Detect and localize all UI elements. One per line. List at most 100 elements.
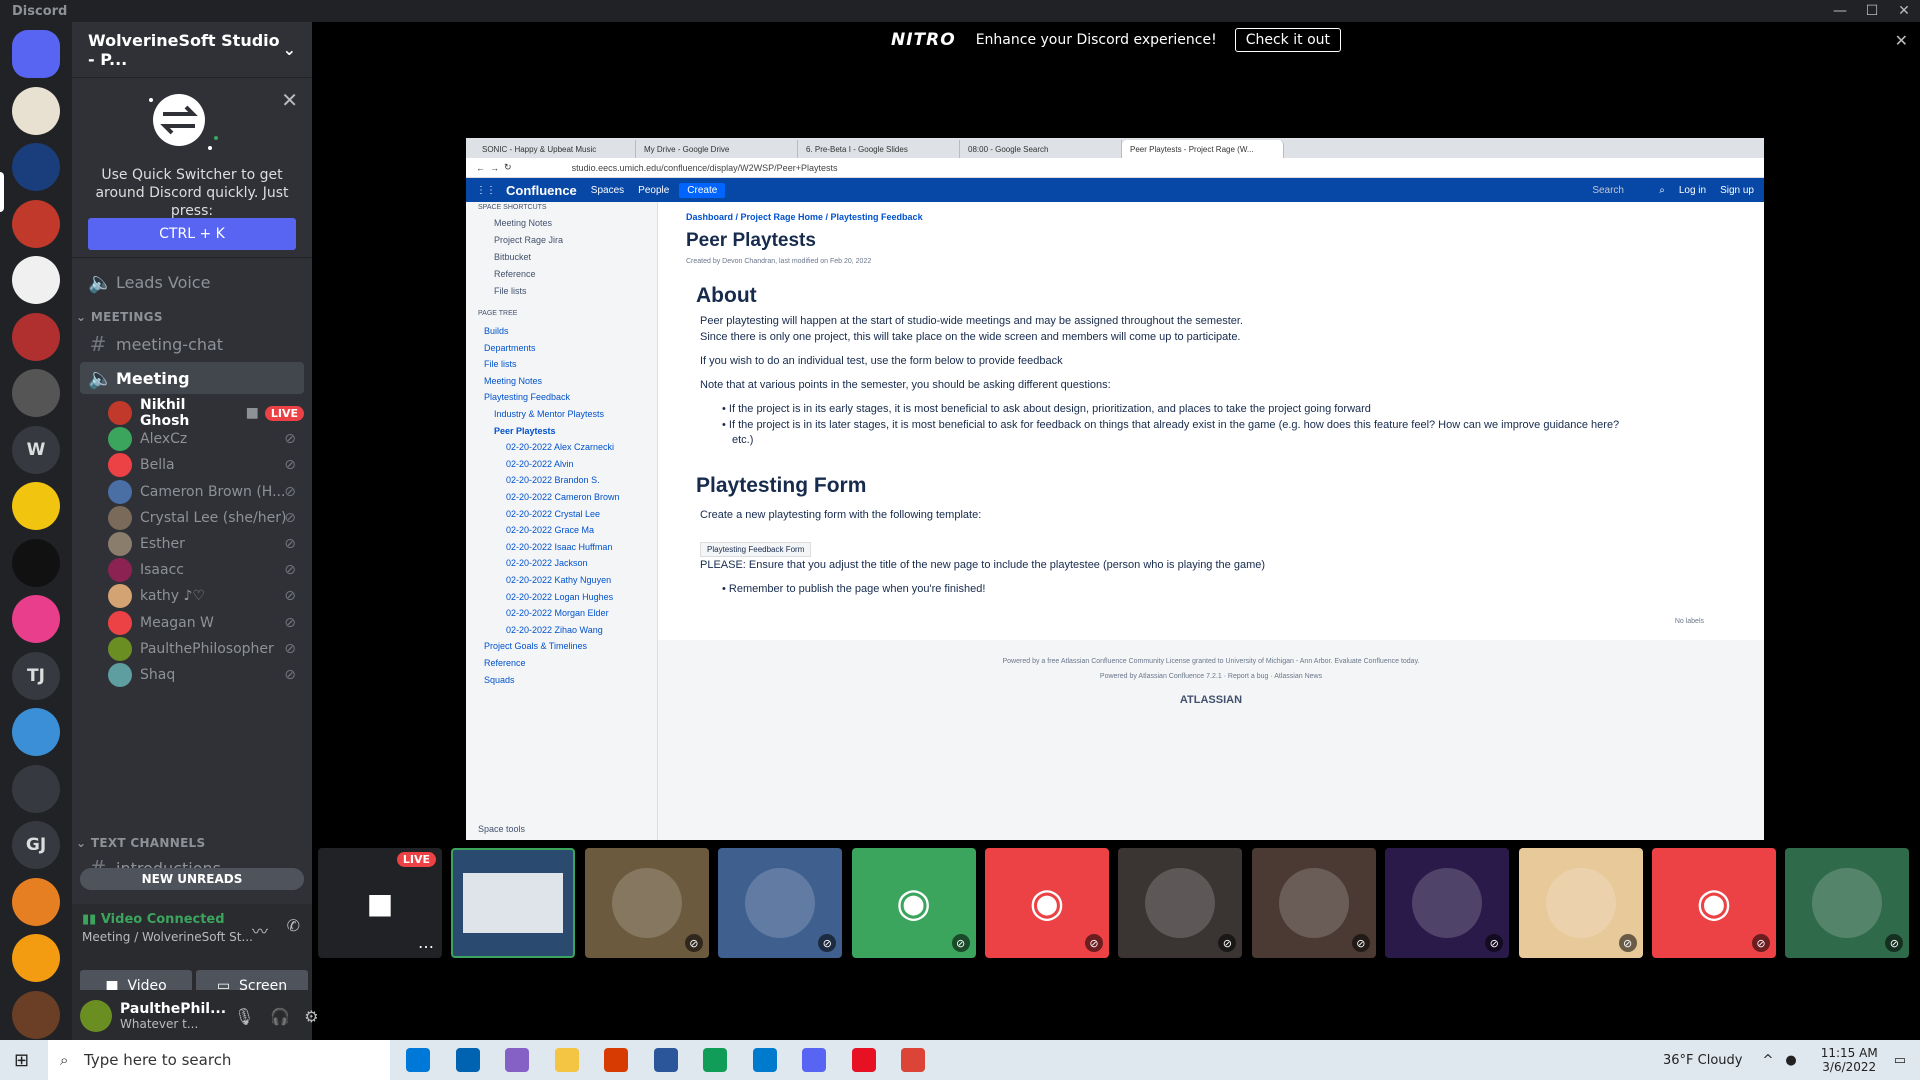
gear-icon[interactable]: ⚙ xyxy=(304,1007,318,1026)
page-tree-item[interactable]: 02-20-2022 Isaac Huffman xyxy=(506,542,612,552)
server-icon[interactable] xyxy=(12,143,60,191)
page-tree-item[interactable]: 02-20-2022 Logan Hughes xyxy=(506,592,613,602)
participant-tile[interactable]: ⊘ xyxy=(1251,848,1376,958)
url-text[interactable]: studio.eecs.umich.edu/confluence/display… xyxy=(572,163,838,173)
server-icon[interactable] xyxy=(12,877,60,926)
windows-start-icon[interactable]: ⊞ xyxy=(14,1050,29,1071)
chevron-up-icon[interactable]: ^ xyxy=(1762,1053,1773,1068)
voice-status[interactable]: ▮▮ Video Connected xyxy=(82,912,225,927)
confluence-logo[interactable]: Confluence xyxy=(506,183,577,198)
discord-home-icon[interactable] xyxy=(12,30,60,78)
app-icon[interactable] xyxy=(851,1048,876,1072)
chrome-icon[interactable] xyxy=(901,1048,925,1072)
channel-meeting[interactable]: 🔈 Meeting xyxy=(80,362,304,394)
taskbar-search[interactable]: ⌕ Type here to search xyxy=(48,1040,390,1080)
quick-switcher-shortcut[interactable]: CTRL + K xyxy=(88,218,296,250)
participant-tile[interactable] xyxy=(451,848,576,958)
category-meetings[interactable]: ⌄ MEETINGS xyxy=(76,310,163,324)
mic-muted-icon[interactable]: 🎙 xyxy=(234,1007,254,1026)
maximize-icon[interactable]: ☐ xyxy=(1856,0,1888,22)
clock[interactable]: 11:15 AM 3/6/2022 xyxy=(1821,1046,1878,1074)
page-tree-item[interactable]: Playtesting Feedback xyxy=(484,392,570,402)
page-tree-item[interactable]: 02-20-2022 Cameron Brown xyxy=(506,492,620,502)
headphones-icon[interactable]: 🎧 xyxy=(270,1007,290,1026)
noise-suppression-icon[interactable]: 〰 xyxy=(252,918,268,942)
reload-icon[interactable]: ↻ xyxy=(504,162,512,173)
server-icon[interactable] xyxy=(12,538,60,587)
sidebar-shortcut[interactable]: Project Rage Jira xyxy=(494,235,563,245)
page-tree-item[interactable]: 02-20-2022 Grace Ma xyxy=(506,525,594,535)
browser-tab[interactable]: 08:00 - Google Search xyxy=(960,140,1122,158)
page-tree-item[interactable]: 02-20-2022 Kathy Nguyen xyxy=(506,575,611,585)
channel-leads-voice[interactable]: 🔈 Leads Voice xyxy=(80,266,304,298)
page-tree-item[interactable]: Squads xyxy=(484,675,515,685)
close-icon[interactable]: ✕ xyxy=(1895,31,1908,50)
office-icon[interactable] xyxy=(604,1048,628,1072)
participant-tile[interactable]: ⊘ xyxy=(718,848,843,958)
server-icon[interactable] xyxy=(12,86,60,135)
channel-meeting-chat[interactable]: # meeting-chat xyxy=(80,328,304,360)
search-input[interactable]: Search xyxy=(1592,185,1624,196)
participant-tile[interactable]: ⊘ xyxy=(584,848,709,958)
page-tree-item[interactable]: Project Goals & Timelines xyxy=(484,641,587,651)
page-tree-item[interactable]: 02-20-2022 Alvin xyxy=(506,459,574,469)
page-tree-item[interactable]: 02-20-2022 Morgan Elder xyxy=(506,608,609,618)
category-text-channels[interactable]: ⌄ TEXT CHANNELS xyxy=(76,836,205,850)
file-explorer-icon[interactable] xyxy=(554,1048,579,1072)
server-icon[interactable] xyxy=(12,482,60,530)
sidebar-shortcut[interactable]: Meeting Notes xyxy=(494,218,552,228)
edge-icon[interactable] xyxy=(703,1048,727,1072)
store-icon[interactable] xyxy=(406,1048,430,1072)
participant-tile[interactable]: ◉ ⊘ xyxy=(1652,848,1776,958)
forward-icon[interactable]: → xyxy=(490,163,499,173)
participant-tile[interactable]: ⊘ xyxy=(1385,848,1510,958)
sidebar-shortcut[interactable]: Reference xyxy=(494,269,536,279)
server-icon[interactable]: GJ xyxy=(12,821,60,869)
create-button[interactable]: Create xyxy=(679,182,726,198)
page-tree-item[interactable]: 02-20-2022 Zihao Wang xyxy=(506,625,603,635)
new-unreads-pill[interactable]: NEW UNREADS xyxy=(80,868,304,890)
sidebar-shortcut[interactable]: File lists xyxy=(494,286,527,296)
page-tree-item[interactable]: 02-20-2022 Alex Czarnecki xyxy=(506,442,614,452)
page-tree-item[interactable]: Peer Playtests xyxy=(494,426,556,436)
close-icon[interactable]: ✕ xyxy=(281,88,298,112)
shared-browser-window[interactable]: SONIC - Happy & Upbeat Music My Drive - G… xyxy=(466,138,1764,840)
sidebar-shortcut[interactable]: Bitbucket xyxy=(494,252,531,262)
browser-tab[interactable]: Peer Playtests - Project Rage (W... xyxy=(1122,140,1284,158)
server-icon[interactable] xyxy=(12,312,60,361)
browser-tab[interactable]: 6. Pre-Beta I - Google Slides xyxy=(798,140,960,158)
vscode-icon[interactable] xyxy=(752,1048,777,1072)
minimize-icon[interactable]: — xyxy=(1824,0,1856,22)
app-icon[interactable] xyxy=(505,1048,529,1072)
nav-spaces[interactable]: Spaces xyxy=(591,185,624,196)
browser-tab[interactable]: My Drive - Google Drive xyxy=(636,140,798,158)
signup-link[interactable]: Sign up xyxy=(1720,185,1754,196)
guild-header[interactable]: WolverineSoft Studio - P... ⌄ xyxy=(72,22,312,78)
page-tree-item[interactable]: Meeting Notes xyxy=(484,376,542,386)
mail-icon[interactable] xyxy=(455,1048,480,1072)
nav-people[interactable]: People xyxy=(638,185,669,196)
notification-icon[interactable]: ▭ xyxy=(1894,1053,1906,1068)
back-icon[interactable]: ← xyxy=(476,163,485,173)
server-icon[interactable] xyxy=(12,256,60,304)
server-icon[interactable] xyxy=(12,369,60,417)
page-tree-item[interactable]: 02-20-2022 Crystal Lee xyxy=(506,509,600,519)
template-button[interactable]: Playtesting Feedback Form xyxy=(700,542,812,557)
close-icon[interactable]: ✕ xyxy=(1888,0,1920,22)
server-icon[interactable] xyxy=(12,990,60,1039)
nitro-cta-button[interactable]: Check it out xyxy=(1234,28,1341,52)
server-icon[interactable] xyxy=(12,934,60,982)
page-tree-item[interactable]: Industry & Mentor Playtests xyxy=(494,409,604,419)
server-icon[interactable] xyxy=(12,708,60,756)
server-icon[interactable] xyxy=(12,764,60,813)
participant-tile[interactable]: ⊘ xyxy=(1785,848,1910,958)
more-icon[interactable]: … xyxy=(418,933,434,952)
breadcrumb[interactable]: Dashboard / Project Rage Home / Playtest… xyxy=(686,212,923,222)
app-grid-icon[interactable]: ⋮⋮ xyxy=(476,185,496,196)
server-icon[interactable] xyxy=(12,595,60,643)
word-icon[interactable] xyxy=(653,1048,678,1072)
page-tree-item[interactable]: 02-20-2022 Jackson xyxy=(506,558,588,568)
page-tree-item[interactable]: File lists xyxy=(484,359,517,369)
avatar[interactable] xyxy=(80,1000,112,1032)
participant-tile[interactable]: ◉ ⊘ xyxy=(851,848,976,958)
